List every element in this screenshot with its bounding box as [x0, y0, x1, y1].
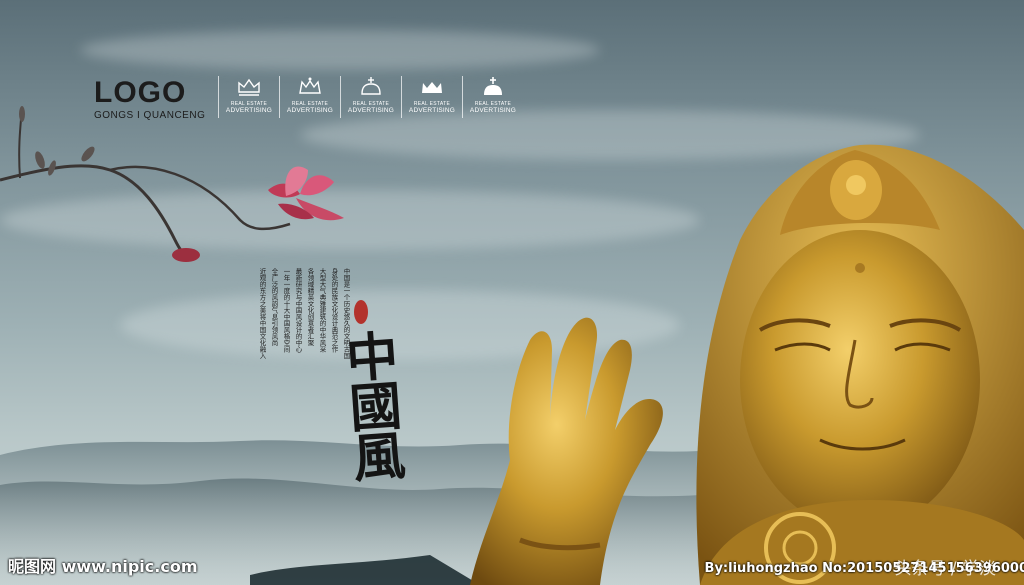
poster-canvas: LOGO GONGS I QUANCENG REAL ESTATE ADVERT…	[0, 0, 1024, 585]
watermark-overlay: 头条号 / 学淡	[894, 559, 996, 579]
golden-buddha-statue-illustration	[470, 144, 1024, 585]
watermark-left: 昵图网 www.nipic.com	[8, 557, 198, 576]
